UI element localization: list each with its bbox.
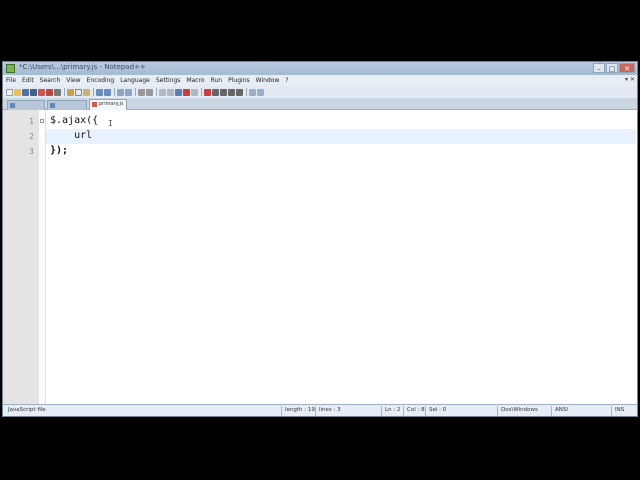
menu-view[interactable]: View	[63, 77, 83, 84]
file-icon	[50, 103, 55, 108]
current-line-highlight	[46, 129, 636, 144]
show-all-chars-icon[interactable]	[183, 88, 190, 96]
close-file-icon[interactable]	[38, 88, 45, 96]
cut-icon[interactable]	[67, 88, 74, 96]
toolbar	[3, 86, 637, 98]
status-sel: Sel : 0	[425, 406, 495, 416]
menu-file[interactable]: File	[3, 77, 19, 84]
file-icon	[10, 103, 15, 108]
menu-bar: File Edit Search View Encoding Language …	[3, 75, 637, 86]
status-mode: INS	[611, 406, 635, 416]
toolbar-separator	[156, 88, 157, 96]
title-bar[interactable]: *C:\Users\...\primary.js - Notepad++ – □…	[3, 62, 637, 75]
save-macro-icon[interactable]	[236, 88, 243, 96]
status-bar: JavaScript file length : 19 lines : 3 Ln…	[3, 404, 637, 416]
redo-icon[interactable]	[104, 88, 111, 96]
line-number: 3	[29, 147, 34, 156]
close-button[interactable]: ✕	[619, 63, 635, 73]
stop-macro-icon[interactable]	[212, 88, 219, 96]
status-encoding: ANSI	[551, 406, 609, 416]
paste-icon[interactable]	[83, 88, 90, 96]
find-icon[interactable]	[117, 88, 124, 96]
zoom-in-icon[interactable]	[138, 88, 145, 96]
tab-label: primary.js	[99, 101, 124, 107]
fold-toggle-icon[interactable]	[40, 119, 44, 123]
spellcheck-icon[interactable]	[249, 88, 256, 96]
status-eol: Dos\Windows	[497, 406, 549, 416]
dropdown-icon[interactable]	[257, 88, 264, 96]
status-ln: Ln : 2	[381, 406, 403, 416]
maximize-button[interactable]: □	[606, 63, 618, 73]
toolbar-separator	[93, 88, 94, 96]
menu-settings[interactable]: Settings	[153, 77, 184, 84]
menu-encoding[interactable]: Encoding	[84, 77, 118, 84]
tab-bar: primary.js	[3, 98, 637, 110]
menu-plugins[interactable]: Plugins	[225, 77, 253, 84]
notepadpp-window: *C:\Users\...\primary.js - Notepad++ – □…	[2, 61, 638, 417]
zoom-out-icon[interactable]	[146, 88, 153, 96]
indent-guide-icon[interactable]	[191, 88, 198, 96]
code-line[interactable]: });	[50, 145, 68, 156]
tab-primary-js[interactable]: primary.js	[89, 99, 127, 110]
window-title: *C:\Users\...\primary.js - Notepad++	[19, 63, 146, 71]
undo-icon[interactable]	[96, 88, 103, 96]
line-number: 2	[29, 132, 34, 141]
toolbar-separator	[201, 88, 202, 96]
status-col: Col : 8	[403, 406, 425, 416]
toolbar-separator	[246, 88, 247, 96]
window-controls: – □ ✕	[593, 63, 635, 73]
sync-vertical-icon[interactable]	[159, 88, 166, 96]
modified-file-icon	[92, 102, 97, 107]
text-cursor-icon: I	[108, 119, 113, 128]
copy-icon[interactable]	[75, 88, 82, 96]
code-editor[interactable]: 1 2 3 $.ajax({ url }); I	[3, 110, 637, 405]
new-file-icon[interactable]	[6, 88, 13, 96]
record-macro-icon[interactable]	[204, 88, 211, 96]
menu-run[interactable]: Run	[208, 77, 226, 84]
print-icon[interactable]	[54, 88, 61, 96]
tab-file-1[interactable]	[7, 100, 45, 110]
open-folder-icon[interactable]	[14, 88, 21, 96]
menu-window[interactable]: Window	[253, 77, 283, 84]
play-macro-icon[interactable]	[220, 88, 227, 96]
toolbar-separator	[114, 88, 115, 96]
menu-edit[interactable]: Edit	[19, 77, 37, 84]
status-lines: lines : 3	[315, 406, 377, 416]
menu-search[interactable]: Search	[37, 77, 64, 84]
app-icon	[6, 64, 15, 73]
save-icon[interactable]	[22, 88, 29, 96]
run-macro-multiple-icon[interactable]	[228, 88, 235, 96]
code-line[interactable]: url	[50, 130, 92, 141]
toolbar-separator	[64, 88, 65, 96]
replace-icon[interactable]	[125, 88, 132, 96]
code-line[interactable]: $.ajax({	[50, 115, 98, 126]
tab-file-2[interactable]	[47, 100, 87, 110]
menu-macro[interactable]: Macro	[183, 77, 207, 84]
close-all-icon[interactable]	[46, 88, 53, 96]
toolbar-separator	[135, 88, 136, 96]
save-all-icon[interactable]	[30, 88, 37, 96]
status-length: length : 19	[281, 406, 315, 416]
sync-horizontal-icon[interactable]	[167, 88, 174, 96]
menu-language[interactable]: Language	[117, 77, 153, 84]
mdi-controls[interactable]: ▾ ✕	[625, 76, 635, 83]
line-number: 1	[29, 117, 34, 126]
word-wrap-icon[interactable]	[175, 88, 182, 96]
menu-help[interactable]: ?	[282, 77, 291, 84]
minimize-button[interactable]: –	[593, 63, 605, 73]
status-file-type: JavaScript file	[8, 407, 46, 413]
fold-margin	[39, 110, 46, 405]
